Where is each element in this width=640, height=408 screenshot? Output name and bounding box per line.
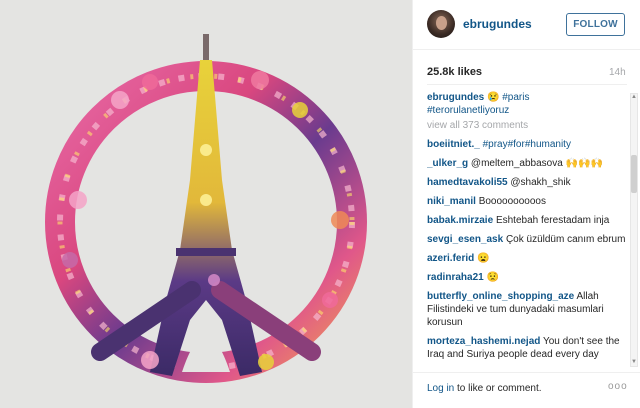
more-options-icon[interactable]: ooo — [608, 381, 628, 392]
comment-text: @shakh_shik — [510, 177, 571, 188]
post-side-panel: ebrugundes FOLLOW 25.8k likes 14h ebrugu… — [412, 0, 640, 408]
divider — [427, 84, 627, 85]
comment-item: morteza_hashemi.nejad You don't see the … — [427, 335, 627, 361]
comments-scrollbar[interactable]: ▲ ▼ — [630, 93, 638, 367]
post-username[interactable]: ebrugundes — [463, 17, 532, 31]
post-image[interactable] — [0, 0, 412, 408]
caption-user[interactable]: ebrugundes — [427, 92, 484, 103]
scroll-up-arrow-icon[interactable]: ▲ — [631, 94, 637, 101]
comment-item: boeiitniet._ #pray#for#humanity — [427, 138, 627, 151]
comment-text: Çok üzüldüm canım ebrum — [505, 234, 626, 245]
scroll-thumb[interactable] — [631, 155, 637, 193]
caption-hashtag-terorulanetliyoruz[interactable]: #terorulanetliyoruz — [427, 105, 509, 116]
comment-item: niki_manil Boooooooooos — [427, 195, 627, 208]
likes-count[interactable]: 25.8k likes — [427, 66, 482, 78]
comment-item: azeri.ferid 😦 — [427, 252, 627, 265]
scroll-down-arrow-icon[interactable]: ▼ — [631, 359, 637, 366]
comment-item: sevgi_esen_ask Çok üzüldüm canım ebrum — [427, 233, 627, 246]
comment-item: radinraha21 😟 — [427, 271, 627, 284]
comment-text: @meltem_abbasova 🙌🙌🙌 — [470, 158, 603, 169]
post-footer: Log in to like or comment. ooo — [413, 372, 640, 408]
comment-user[interactable]: morteza_hashemi.nejad — [427, 336, 540, 347]
comment-user[interactable]: butterfly_online_shopping_aze — [427, 291, 574, 302]
comments-list[interactable]: ebrugundes 😢 #paris #terorulanetliyoruz … — [427, 91, 627, 370]
comment-user[interactable]: sevgi_esen_ask — [427, 234, 503, 245]
caption: ebrugundes 😢 #paris #terorulanetliyoruz — [427, 91, 627, 117]
comment-text: Boooooooooos — [478, 196, 546, 207]
avatar[interactable] — [427, 10, 455, 38]
comment-user[interactable]: hamedtavakoli55 — [427, 177, 508, 188]
peace-eiffel-illustration — [0, 0, 412, 408]
comment-user[interactable]: niki_manil — [427, 196, 476, 207]
view-all-comments-link[interactable]: view all 373 comments — [427, 120, 627, 132]
comment-user[interactable]: _ulker_g — [427, 158, 468, 169]
comment-text: 😦 — [477, 253, 490, 264]
comment-item: hamedtavakoli55 @shakh_shik — [427, 176, 627, 189]
comment-item: babak.mirzaie Eshtebah ferestadam inja — [427, 214, 627, 227]
login-link[interactable]: Log in — [427, 383, 454, 394]
comment-item: butterfly_online_shopping_aze Allah Fili… — [427, 290, 627, 329]
comment-item: _ulker_g @meltem_abbasova 🙌🙌🙌 — [427, 157, 627, 170]
caption-emoji: 😢 — [487, 92, 500, 103]
post-time[interactable]: 14h — [609, 67, 626, 78]
comment-user[interactable]: babak.mirzaie — [427, 215, 493, 226]
comment-text: #pray#for#humanity — [482, 139, 571, 150]
comment-user[interactable]: boeiitniet._ — [427, 139, 480, 150]
comment-text: 😟 — [486, 272, 499, 283]
login-prompt: Log in to like or comment. — [427, 383, 542, 394]
comment-user[interactable]: azeri.ferid — [427, 253, 474, 264]
follow-button[interactable]: FOLLOW — [566, 13, 625, 36]
comment-text: Eshtebah ferestadam inja — [495, 215, 610, 226]
login-prompt-text: to like or comment. — [454, 383, 542, 394]
comment-user[interactable]: radinraha21 — [427, 272, 484, 283]
caption-hashtag-paris[interactable]: #paris — [502, 92, 529, 103]
post-header: ebrugundes FOLLOW — [413, 0, 640, 50]
